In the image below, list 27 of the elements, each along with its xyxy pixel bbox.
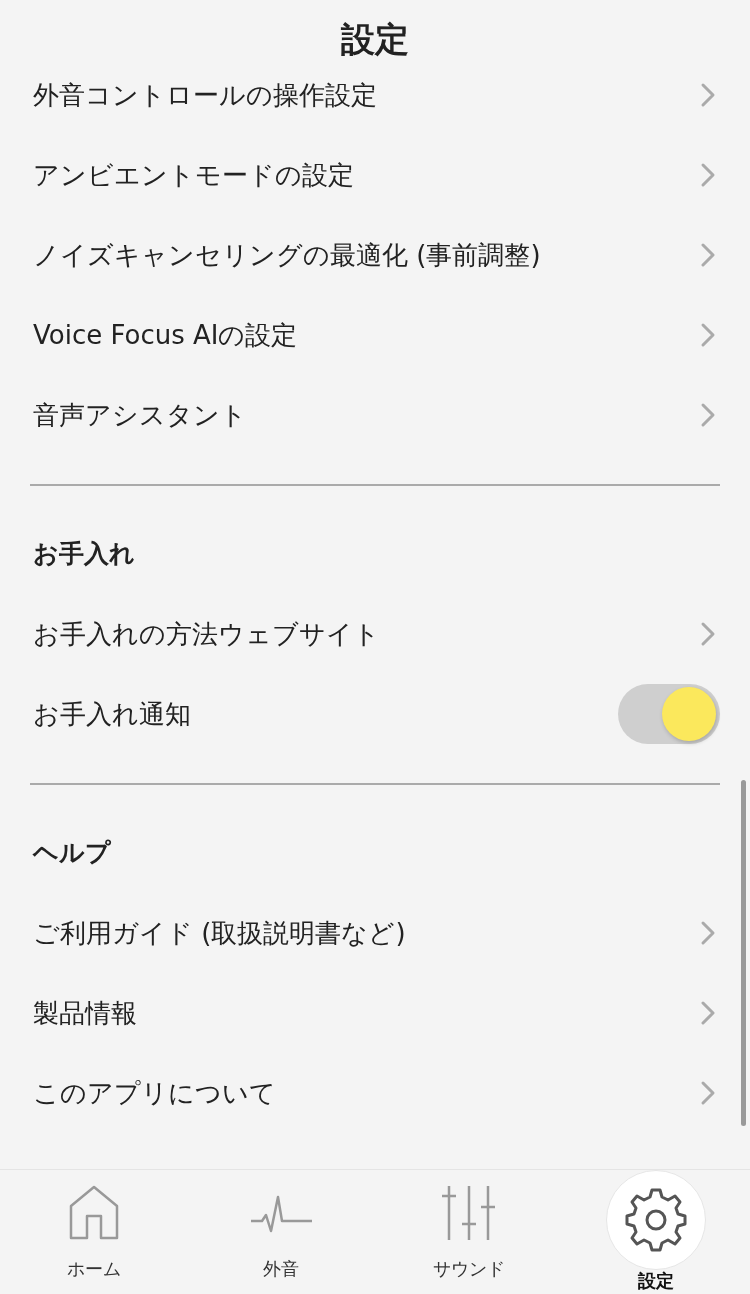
- chevron-right-icon: [700, 1000, 716, 1026]
- settings-item[interactable]: 製品情報: [30, 973, 720, 1053]
- chevron-right-icon: [700, 621, 716, 647]
- settings-item[interactable]: Voice Focus AIの設定: [30, 295, 720, 375]
- chevron-right-icon: [700, 242, 716, 268]
- chevron-right-icon: [700, 402, 716, 428]
- chevron-right-icon: [700, 920, 716, 946]
- settings-label: お手入れ通知: [33, 697, 191, 731]
- section-heading: ヘルプ: [31, 837, 112, 869]
- chevron-right-icon: [700, 322, 716, 348]
- chevron-right-icon: [700, 162, 716, 188]
- sliders-icon: [441, 1184, 497, 1242]
- tab-item[interactable]: 設定: [562, 1170, 750, 1294]
- settings-item[interactable]: ご利用ガイド (取扱説明書など): [30, 893, 720, 973]
- toggle-switch[interactable]: [618, 684, 720, 744]
- tab-item[interactable]: サウンド: [375, 1170, 563, 1294]
- settings-item[interactable]: お手入れの方法ウェブサイト: [30, 594, 720, 674]
- settings-icon: [625, 1186, 688, 1254]
- tab-item[interactable]: 外音: [187, 1170, 375, 1294]
- settings-item[interactable]: このアプリについて: [30, 1053, 720, 1133]
- chevron-right-icon: [700, 82, 716, 108]
- settings-item[interactable]: ノイズキャンセリングの最適化 (事前調整): [30, 215, 720, 295]
- tab-item[interactable]: ホーム: [0, 1170, 188, 1294]
- chevron-right-icon: [700, 1080, 716, 1106]
- settings-item[interactable]: アンビエントモードの設定: [30, 135, 720, 215]
- section-heading: お手入れ: [32, 538, 136, 570]
- settings-item[interactable]: 音声アシスタント: [30, 375, 720, 455]
